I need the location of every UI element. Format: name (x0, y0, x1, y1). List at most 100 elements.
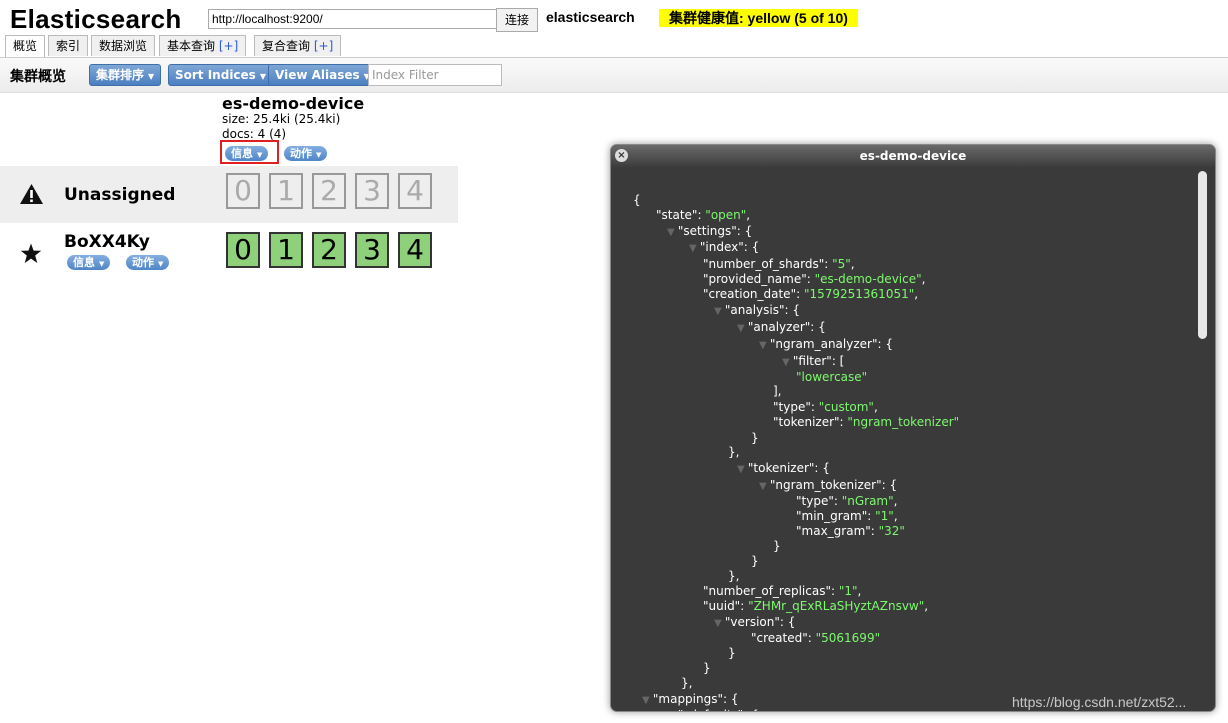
collapse-triangle-icon[interactable]: ▼ (737, 323, 748, 334)
unassigned-shard[interactable]: 3 (355, 173, 389, 209)
tab-plus: [+] (218, 39, 239, 53)
sort-cluster-button[interactable]: 集群排序 ▼ (89, 64, 162, 86)
collapse-triangle-icon[interactable]: ▼ (667, 227, 678, 238)
collapse-triangle-icon[interactable]: ▼ (642, 695, 653, 706)
button-label: 集群排序 (96, 68, 145, 82)
primary-shard[interactable]: 4 (398, 232, 432, 268)
json-line: { (633, 193, 641, 207)
json-line: "max_gram": "32" (796, 524, 905, 538)
tab-indices[interactable]: 索引 (48, 35, 89, 56)
json-line: "created": "5061699" (751, 631, 881, 645)
primary-shard[interactable]: 3 (355, 232, 389, 268)
json-line: ▼ "ngram_analyzer": { (759, 337, 893, 351)
index-actions-button[interactable]: 动作 ▼ (284, 146, 328, 161)
collapse-triangle-icon[interactable]: ▼ (737, 464, 748, 475)
collapse-triangle-icon[interactable]: ▼ (759, 481, 770, 492)
button-label: 动作 (132, 256, 154, 269)
json-line: ▼ "tokenizer": { (737, 461, 830, 475)
collapse-triangle-icon[interactable]: ▼ (782, 357, 793, 368)
json-line: "tokenizer": "ngram_tokenizer" (773, 415, 960, 429)
tab-browser[interactable]: 数据浏览 (91, 35, 156, 56)
caret-down-icon: ▼ (259, 72, 266, 81)
node-row: BoXX4Ky 信息 ▼ 动作 ▼ 0 1 2 3 4 (0, 224, 458, 280)
tab-plus: [+] (313, 39, 334, 53)
json-line: ▼ "index": { (689, 240, 760, 254)
cluster-name: elasticsearch (546, 9, 635, 25)
cluster-health-badge: 集群健康值: yellow (5 of 10) (659, 9, 858, 27)
json-line: ▼ "analysis": { (714, 303, 800, 317)
index-docs: docs: 4 (4) (222, 127, 287, 141)
json-line: } (728, 646, 736, 660)
unassigned-row: Unassigned 0 1 2 3 4 (0, 166, 458, 223)
connect-button[interactable]: 连接 (496, 8, 538, 32)
index-info-dialog: es-demo-device × { "state": "open", ▼ "set… (610, 144, 1216, 712)
scrollbar-thumb[interactable] (1198, 171, 1207, 339)
index-filter-input[interactable]: Index Filter (368, 64, 502, 86)
tab-overview[interactable]: 概览 (5, 35, 46, 57)
tab-label: 概览 (13, 39, 38, 53)
json-line: } (703, 661, 711, 675)
collapse-triangle-icon[interactable]: ▼ (714, 618, 725, 629)
json-line: "lowercase" (796, 370, 868, 384)
collapse-triangle-icon[interactable]: ▼ (759, 340, 770, 351)
tab-label: 基本查询 (167, 39, 219, 53)
dialog-title: es-demo-device (611, 145, 1215, 167)
json-line: }, (681, 676, 693, 690)
unassigned-label: Unassigned (64, 185, 176, 205)
view-aliases-button[interactable]: View Aliases ▼ (268, 64, 377, 86)
json-viewer: { "state": "open", ▼ "settings": { ▼ "index… (611, 167, 1193, 711)
unassigned-shard[interactable]: 0 (226, 173, 260, 209)
tab-structured-query[interactable]: 基本查询 [+] (159, 35, 247, 56)
unassigned-shard[interactable]: 2 (312, 173, 346, 209)
primary-shard[interactable]: 2 (312, 232, 346, 268)
header: Elasticsearch 连接 elasticsearch 集群健康值: ye… (0, 0, 1228, 34)
app-title: Elasticsearch (10, 4, 182, 34)
json-line: ▼ "analyzer": { (737, 320, 826, 334)
close-icon[interactable]: × (615, 149, 628, 162)
unassigned-shard[interactable]: 1 (269, 173, 303, 209)
json-line: ▼ "_default_": { (667, 708, 759, 711)
json-line: "uuid": "ZHMr_qExRLaSHyztAZnsvw", (703, 599, 929, 613)
primary-shard[interactable]: 1 (269, 232, 303, 268)
json-line: "state": "open", (656, 208, 751, 222)
tab-any-request[interactable]: 复合查询 [+] (254, 35, 342, 56)
caret-down-icon: ▼ (158, 260, 164, 268)
master-star-icon (20, 243, 42, 263)
sort-indices-button[interactable]: Sort Indices ▼ (168, 64, 273, 86)
json-line: "provided_name": "es-demo-device", (703, 272, 926, 286)
caret-down-icon: ▼ (99, 260, 105, 268)
json-line: ▼ "settings": { (667, 224, 753, 238)
json-line: "type": "nGram", (796, 494, 898, 508)
json-line: ▼ "mappings": { (642, 692, 739, 706)
caret-down-icon: ▼ (148, 72, 155, 81)
collapse-triangle-icon[interactable]: ▼ (689, 243, 700, 254)
json-line: } (773, 539, 781, 553)
caret-down-icon: ▼ (316, 151, 322, 159)
json-line: }, (728, 445, 740, 459)
tab-label: 索引 (56, 39, 81, 53)
json-line: "min_gram": "1", (796, 509, 898, 523)
tab-label: 复合查询 (262, 39, 314, 53)
node-actions-button[interactable]: 动作 ▼ (126, 255, 170, 270)
index-name: es-demo-device (222, 94, 365, 113)
primary-shard[interactable]: 0 (226, 232, 260, 268)
tab-label: 数据浏览 (99, 39, 148, 53)
button-label: 动作 (290, 147, 312, 160)
warning-icon (20, 184, 43, 204)
index-size: size: 25.4ki (25.4ki) (222, 112, 341, 126)
node-name: BoXX4Ky (64, 232, 150, 252)
json-line: ▼ "ngram_tokenizer": { (759, 478, 898, 492)
json-line: ▼ "filter": [ (782, 354, 845, 368)
collapse-triangle-icon[interactable]: ▼ (714, 306, 725, 317)
button-label: 信息 (73, 256, 95, 269)
json-line: "number_of_replicas": "1", (703, 584, 862, 598)
toolbar-title: 集群概览 (10, 69, 66, 85)
button-label: View Aliases (275, 68, 360, 82)
server-url-input[interactable] (208, 9, 498, 29)
json-line: ], (773, 384, 782, 398)
overview-toolbar: 集群概览 集群排序 ▼ Sort Indices ▼ View Aliases ▼ I… (0, 57, 1228, 93)
watermark: https://blog.csdn.net/zxt52... (1012, 694, 1187, 710)
unassigned-shard[interactable]: 4 (398, 173, 432, 209)
node-info-button[interactable]: 信息 ▼ (67, 255, 111, 270)
json-line: "creation_date": "1579251361051", (703, 287, 919, 301)
